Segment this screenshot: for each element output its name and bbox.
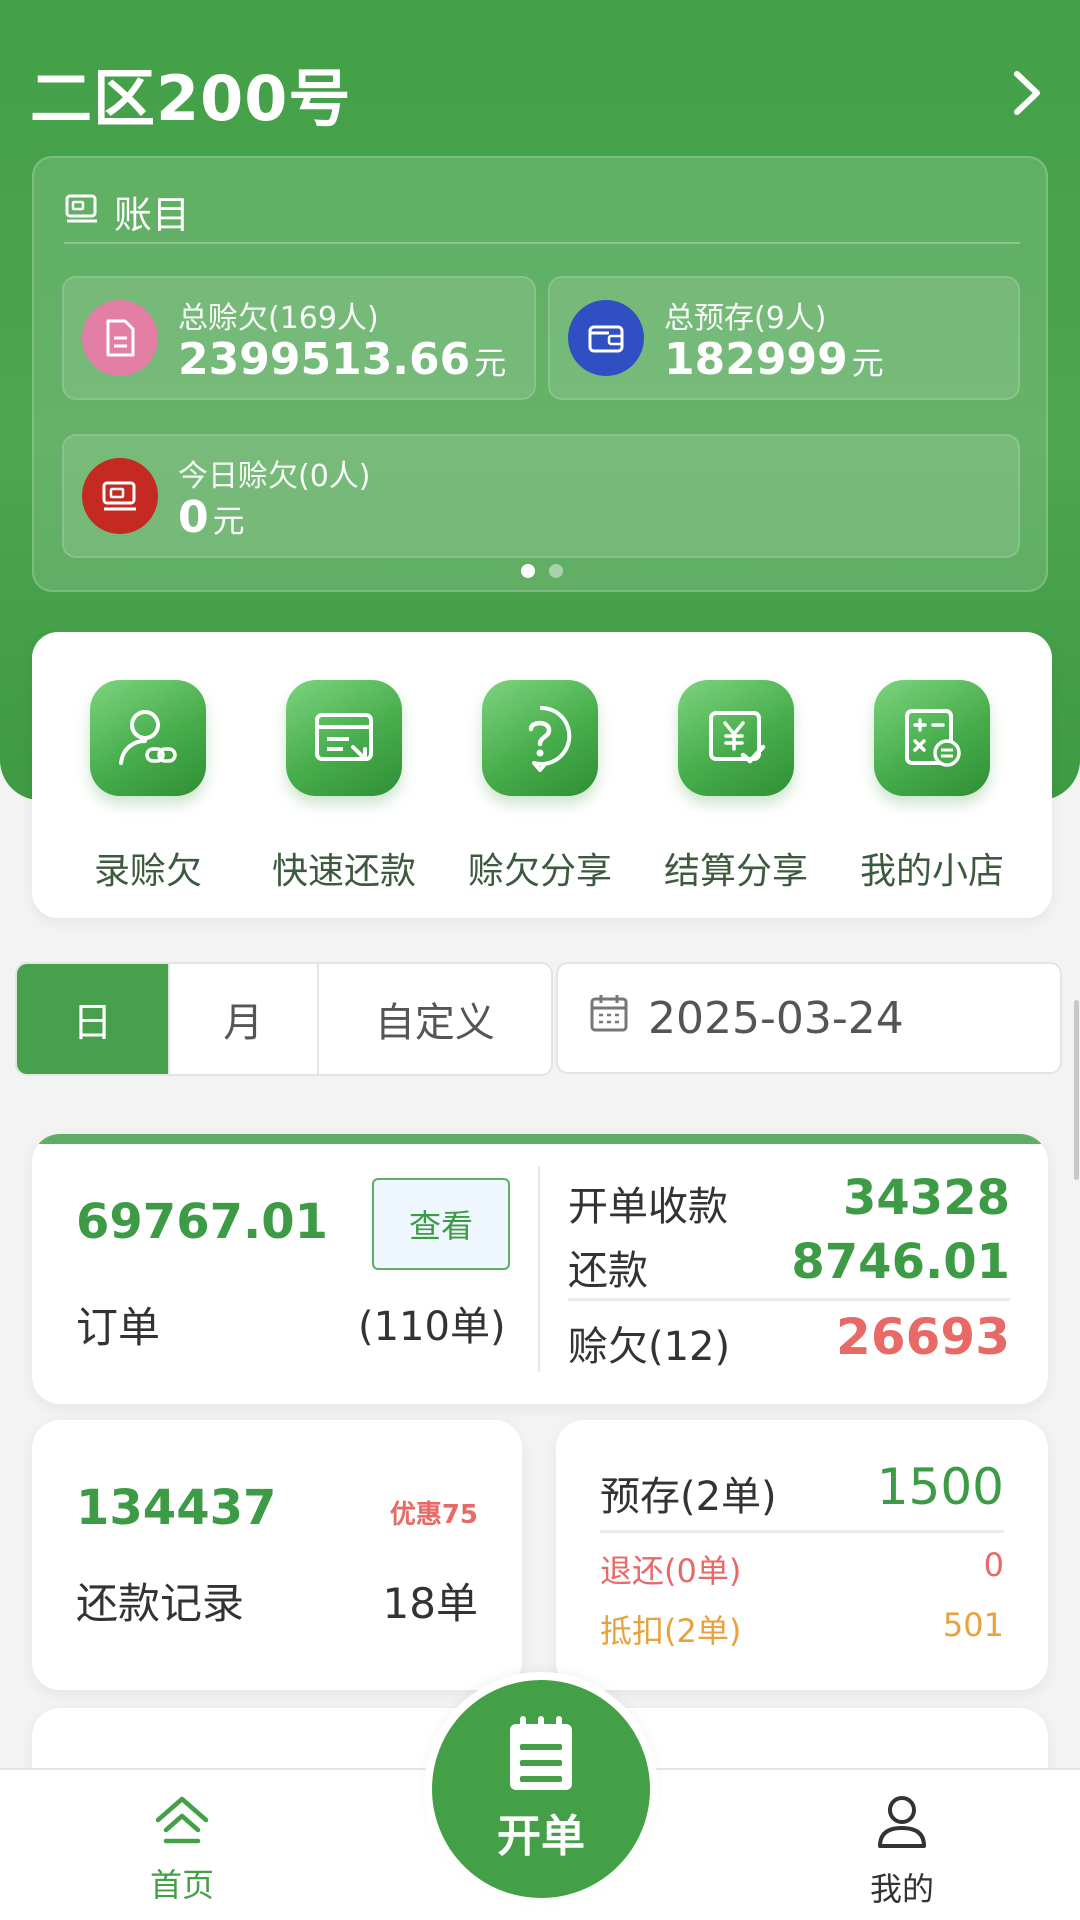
- divider: [568, 1298, 1010, 1301]
- account-title: 账目: [114, 192, 191, 237]
- total-credit-tile[interactable]: 总赊欠(169人) 2399513.66 元: [62, 276, 536, 400]
- total-credit-label: 总赊欠(169人): [178, 300, 379, 336]
- cash-icon: [82, 458, 158, 534]
- wallet-icon: [568, 300, 644, 376]
- create-order-button[interactable]: 开单: [424, 1672, 658, 1906]
- open-receipt-label: 开单收款: [568, 1184, 728, 1230]
- tab-month[interactable]: 月: [170, 964, 319, 1074]
- ledger-icon: [64, 193, 100, 229]
- credit-value: 26693: [836, 1308, 1010, 1366]
- deduct-label: 抵扣(2单): [600, 1612, 742, 1650]
- card-accent-bar: [32, 1134, 1048, 1144]
- nav-mine[interactable]: 我的: [832, 1794, 972, 1910]
- account-header: 账目: [64, 180, 1020, 244]
- user-icon: [878, 1796, 926, 1848]
- total-deposit-unit: 元: [851, 343, 884, 382]
- period-selector: 日 月 自定义: [15, 962, 553, 1076]
- nav-home[interactable]: 首页: [112, 1794, 252, 1906]
- yen-check-icon: [678, 680, 794, 796]
- total-credit-unit: 元: [474, 343, 507, 382]
- today-credit-label: 今日赊欠(0人): [178, 458, 371, 494]
- scrollbar[interactable]: [1074, 1000, 1079, 1180]
- orders-count: (110单): [358, 1304, 506, 1350]
- refund-label: 退还(0单): [600, 1552, 742, 1590]
- orders-card: 69767.01 查看 订单 (110单) 开单收款 34328 还款 8746…: [32, 1134, 1048, 1404]
- carousel-dots[interactable]: [34, 564, 1050, 578]
- deduct-value: 501: [942, 1606, 1004, 1644]
- deposit-value: 1500: [876, 1458, 1004, 1516]
- total-deposit-value: 182999: [664, 333, 848, 385]
- quick-action-my-shop[interactable]: 我的小店: [834, 680, 1030, 900]
- orders-label: 订单: [76, 1303, 161, 1352]
- total-credit-value: 2399513.66: [178, 333, 471, 385]
- open-receipt-value: 34328: [843, 1170, 1010, 1226]
- total-deposit-label: 总预存(9人): [664, 300, 827, 336]
- notepad-icon: [510, 1716, 572, 1790]
- quick-actions-card: 录赊欠 快速还款 赊欠分享 结算分享 我的小店: [32, 632, 1052, 918]
- quick-action-fast-repay[interactable]: 快速还款: [246, 680, 442, 900]
- create-order-label: 开单: [497, 1811, 585, 1862]
- document-icon: [82, 300, 158, 376]
- today-credit-tile[interactable]: 今日赊欠(0人) 0元: [62, 434, 1020, 558]
- store-row[interactable]: 二区200号: [30, 48, 1050, 138]
- view-button[interactable]: 查看: [372, 1178, 510, 1270]
- repay-value: 8746.01: [791, 1234, 1010, 1290]
- today-credit-value: 0: [178, 491, 209, 543]
- chevron-right-icon[interactable]: [1006, 63, 1050, 123]
- deposit-card[interactable]: 预存(2单) 1500 退还(0单) 0 抵扣(2单) 501: [556, 1420, 1048, 1690]
- divider: [538, 1166, 540, 1372]
- quick-action-label: 我的小店: [859, 851, 1004, 892]
- orders-amount: 69767.01: [76, 1194, 329, 1250]
- date-value: 2025-03-24: [648, 992, 904, 1044]
- quick-action-label: 录赊欠: [93, 851, 202, 892]
- total-deposit-tile[interactable]: 总预存(9人) 182999 元: [548, 276, 1020, 400]
- carousel-dot[interactable]: [521, 564, 535, 578]
- refund-value: 0: [983, 1546, 1004, 1584]
- question-bubble-icon: [482, 680, 598, 796]
- nav-mine-label: 我的: [869, 1870, 934, 1908]
- carousel-dot[interactable]: [549, 564, 563, 578]
- quick-action-credit-share[interactable]: 赊欠分享: [442, 680, 638, 900]
- repayment-count: 18单: [382, 1579, 478, 1628]
- today-credit-unit: 元: [212, 501, 245, 540]
- card-return-icon: [286, 680, 402, 796]
- calendar-icon: [588, 992, 630, 1045]
- person-record-icon: [90, 680, 206, 796]
- account-card: 账目 总赊欠(169人) 2399513.66 元 总预存(9人) 182999 元…: [32, 156, 1048, 592]
- quick-action-label: 结算分享: [663, 851, 808, 892]
- tab-day[interactable]: 日: [17, 964, 170, 1074]
- quick-action-record-credit[interactable]: 录赊欠: [50, 680, 246, 900]
- calculator-icon: [874, 680, 990, 796]
- repayment-label: 还款记录: [76, 1579, 245, 1628]
- quick-action-label: 赊欠分享: [467, 851, 612, 892]
- quick-action-settle-share[interactable]: 结算分享: [638, 680, 834, 900]
- repayment-records-card[interactable]: 134437 优惠75 还款记录 18单: [32, 1420, 522, 1690]
- nav-home-label: 首页: [149, 1866, 214, 1904]
- divider: [600, 1530, 1004, 1533]
- tab-custom[interactable]: 自定义: [319, 964, 551, 1074]
- repay-label: 还款: [568, 1248, 648, 1294]
- repayment-amount: 134437: [76, 1480, 277, 1536]
- home-icon: [155, 1796, 209, 1844]
- date-picker[interactable]: 2025-03-24: [556, 962, 1062, 1074]
- discount-badge: 优惠75: [389, 1500, 478, 1530]
- store-name: 二区200号: [30, 62, 352, 135]
- credit-label: 赊欠(12): [568, 1324, 731, 1370]
- quick-action-label: 快速还款: [271, 851, 416, 892]
- deposit-label: 预存(2单): [600, 1474, 777, 1520]
